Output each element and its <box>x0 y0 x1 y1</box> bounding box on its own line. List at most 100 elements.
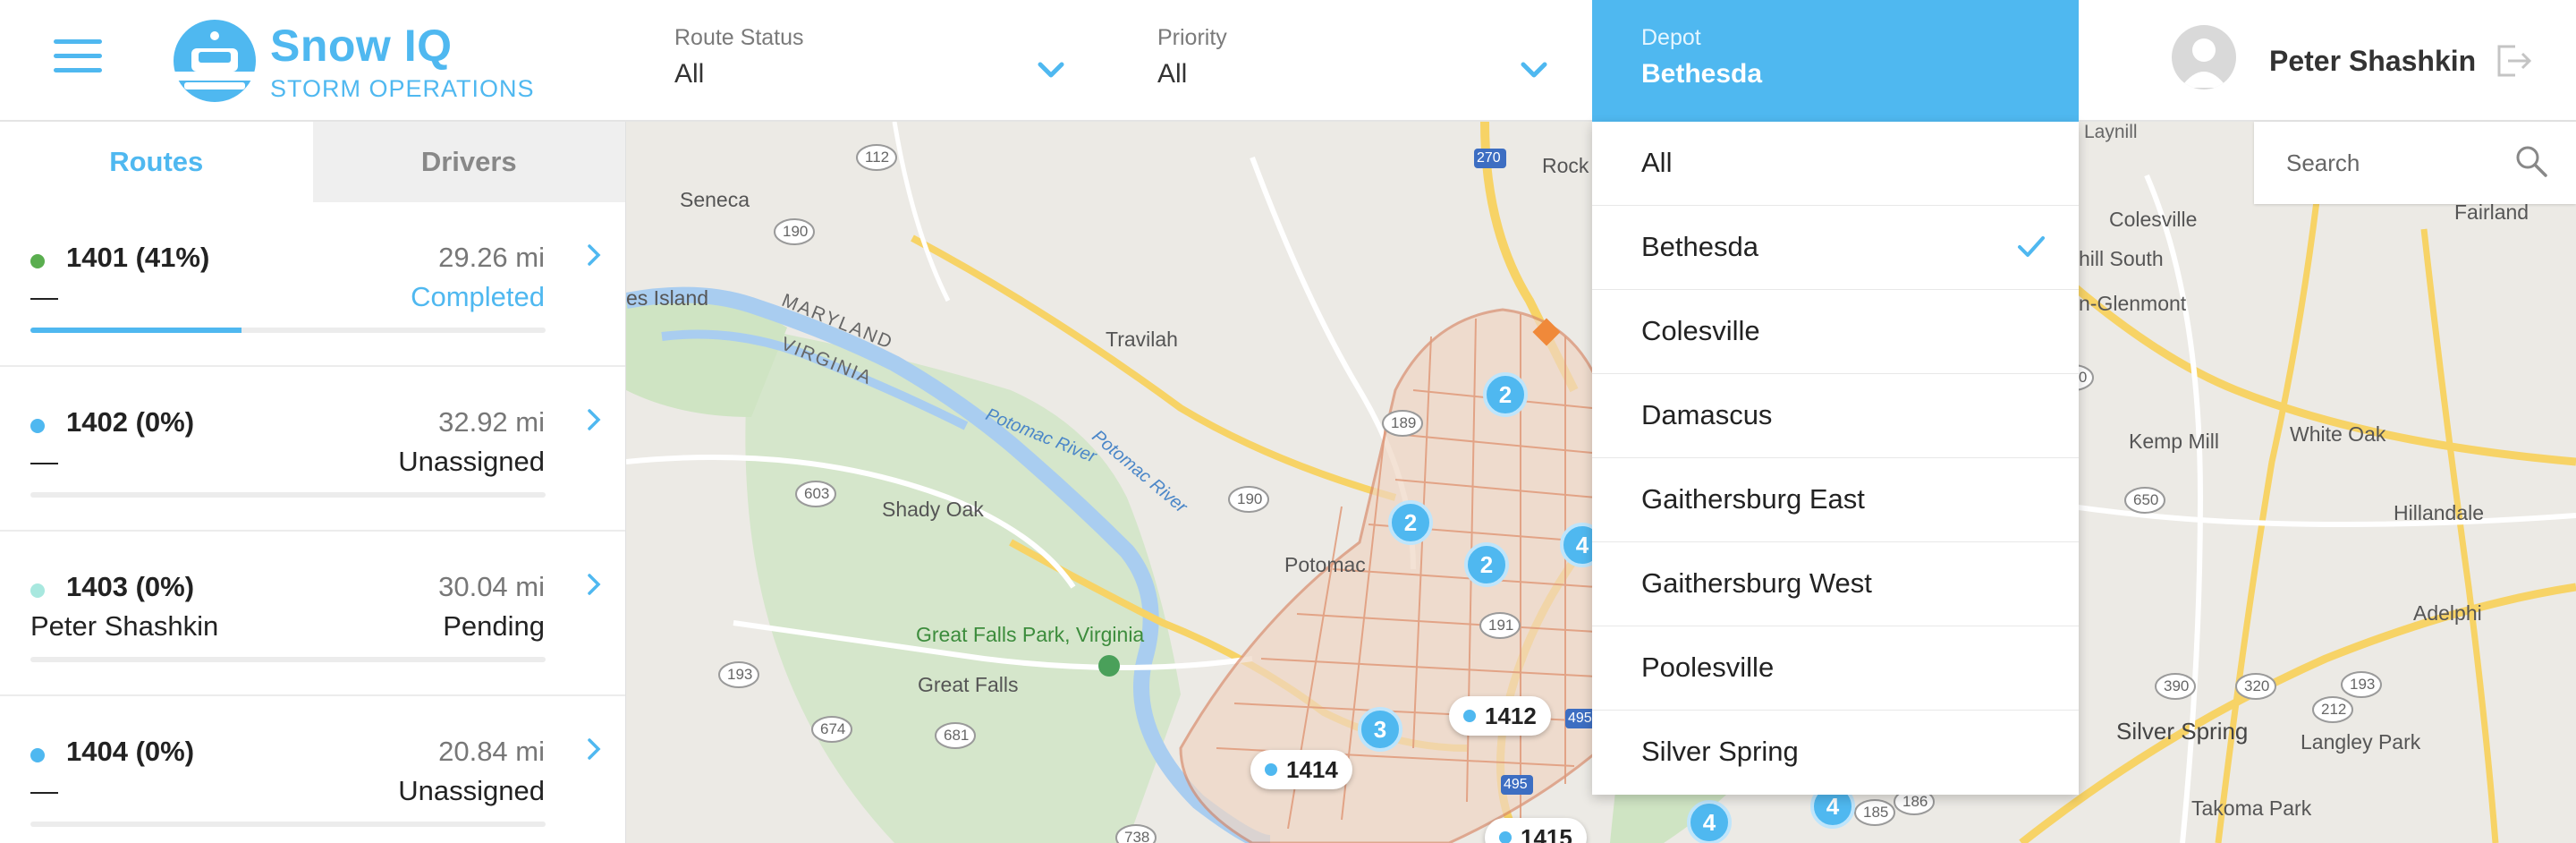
road-shield-label: 495 <box>1568 711 1592 726</box>
snow-plow-logo-icon <box>172 20 258 102</box>
route-status: Unassigned <box>398 446 545 477</box>
map-place-label: Shady Oak <box>882 498 984 521</box>
map-place-label: White Oak <box>2290 422 2386 446</box>
map-place-label: Colesville <box>2109 208 2198 231</box>
priority-filter[interactable]: Priority All <box>1157 0 1547 122</box>
road-shield-label: 112 <box>865 149 890 166</box>
route-item[interactable]: 1404 (0%) — 20.84 mi Unassigned <box>0 696 625 843</box>
road-shield-label: 185 <box>1863 804 1889 821</box>
map-place-label: Takoma Park <box>2191 796 2312 820</box>
sidebar: Routes Drivers 1401 (41%) — 29.26 mi Com… <box>0 122 626 843</box>
route-cluster-marker[interactable]: 4 <box>1687 800 1732 843</box>
map-place-label: Silver Spring <box>2116 718 2249 745</box>
route-progress-bar <box>30 822 546 827</box>
map-place-label: Langley Park <box>2301 730 2421 754</box>
tab-drivers[interactable]: Drivers <box>312 122 625 202</box>
road-shield-label: 212 <box>2321 701 2347 718</box>
depot-value: Bethesda <box>1641 59 1763 89</box>
road-shield-label: 674 <box>820 720 846 737</box>
tab-routes[interactable]: Routes <box>0 122 313 202</box>
top-bar: Snow IQ STORM OPERATIONS Route Status Al… <box>0 0 2576 122</box>
avatar[interactable] <box>2172 25 2236 89</box>
map-place-label: Great Falls <box>918 673 1019 696</box>
route-progress-bar <box>30 492 546 498</box>
depot-option-gaithersburg-east[interactable]: Gaithersburg East <box>1592 458 2079 542</box>
route-status-dot <box>30 583 45 598</box>
depot-option-label: Gaithersburg East <box>1641 483 1865 515</box>
route-miles: 29.26 mi <box>438 242 545 273</box>
sidebar-tabs: Routes Drivers <box>0 122 625 202</box>
route-status: Unassigned <box>398 775 545 806</box>
map-place-label: es Island <box>626 286 709 310</box>
chevron-down-icon <box>1038 62 1064 78</box>
route-cluster-marker[interactable]: 2 <box>1464 542 1509 587</box>
road-shield-label: 390 <box>2164 677 2190 694</box>
map-place-label: Travilah <box>1106 328 1178 351</box>
road-shield-label: 681 <box>944 727 970 744</box>
road-shield-label: 650 <box>2133 491 2159 508</box>
depot-option-poolesville[interactable]: Poolesville <box>1592 626 2079 711</box>
route-item[interactable]: 1402 (0%) — 32.92 mi Unassigned <box>0 367 625 532</box>
route-driver: — <box>30 446 58 477</box>
depot-label: Depot <box>1641 25 1701 50</box>
route-progress-bar <box>30 328 546 333</box>
depot-filter[interactable]: Depot Bethesda <box>1592 0 2079 122</box>
depot-option-damascus[interactable]: Damascus <box>1592 374 2079 458</box>
depot-option-label: Gaithersburg West <box>1641 567 1872 599</box>
search-icon[interactable] <box>2513 143 2549 179</box>
map-place-label: Seneca <box>680 188 750 211</box>
depot-option-all[interactable]: All <box>1592 122 2079 206</box>
map-place-label: Adelphi <box>2413 601 2482 625</box>
route-driver: Peter Shashkin <box>30 610 219 642</box>
depot-option-gaithersburg-west[interactable]: Gaithersburg West <box>1592 542 2079 626</box>
depot-option-colesville[interactable]: Colesville <box>1592 290 2079 374</box>
route-status-value: All <box>674 59 705 89</box>
route-pin[interactable]: 1414 <box>1250 750 1352 789</box>
priority-value: All <box>1157 59 1188 89</box>
map-place-label: Rock <box>1542 154 1589 177</box>
depot-option-label: Colesville <box>1641 315 1760 346</box>
route-id: 1401 (41%) <box>66 242 210 273</box>
road-shield-label: 186 <box>1902 793 1928 810</box>
route-miles: 20.84 mi <box>438 736 545 767</box>
route-cluster-marker[interactable]: 2 <box>1388 500 1433 545</box>
depot-option-label: Poolesville <box>1641 651 1775 683</box>
road-shield-label: 190 <box>783 223 809 240</box>
map-place-label: Great Falls Park, Virginia <box>916 623 1145 646</box>
app-subtitle: STORM OPERATIONS <box>270 75 535 102</box>
map-place-label: Fairland <box>2454 200 2529 224</box>
route-item[interactable]: 1403 (0%) Peter Shashkin 30.04 mi Pendin… <box>0 532 625 696</box>
hamburger-menu-icon[interactable] <box>54 39 102 77</box>
road-shield-label: 189 <box>1391 414 1417 431</box>
route-pin[interactable]: 1415 <box>1485 818 1587 843</box>
depot-option-silver-spring[interactable]: Silver Spring <box>1592 711 2079 795</box>
map-place-label: Hillandale <box>2394 501 2485 524</box>
route-status: Pending <box>443 610 545 642</box>
depot-option-label: Silver Spring <box>1641 736 1799 767</box>
road-shield-label: 495 <box>1504 777 1528 792</box>
search-input[interactable] <box>2286 143 2510 183</box>
route-cluster-marker[interactable]: 2 <box>1483 372 1528 417</box>
route-item[interactable]: 1401 (41%) — 29.26 mi Completed <box>0 202 625 367</box>
route-cluster-marker[interactable]: 3 <box>1358 707 1402 752</box>
route-status-label: Route Status <box>674 25 804 50</box>
user-name: Peter Shashkin <box>2269 45 2477 77</box>
chevron-right-icon <box>588 409 601 430</box>
route-driver: — <box>30 775 58 806</box>
depot-option-label: Damascus <box>1641 399 1773 430</box>
route-progress-bar <box>30 657 546 662</box>
logout-icon[interactable] <box>2494 43 2533 79</box>
road-shield-label: 270 <box>1477 150 1501 166</box>
chevron-down-icon <box>1521 62 1547 78</box>
map-search-box <box>2254 122 2576 204</box>
route-status: Completed <box>411 281 545 312</box>
checkmark-icon <box>2018 236 2045 257</box>
route-status-filter[interactable]: Route Status All <box>674 0 1064 122</box>
route-id: 1403 (0%) <box>66 571 195 602</box>
priority-label: Priority <box>1157 25 1227 50</box>
route-pin[interactable]: 1412 <box>1449 696 1551 736</box>
map-place-label: Kemp Mill <box>2129 430 2219 453</box>
road-shield-label: 191 <box>1488 617 1514 634</box>
app-name: Snow IQ <box>270 21 453 71</box>
depot-option-bethesda[interactable]: Bethesda <box>1592 206 2079 290</box>
